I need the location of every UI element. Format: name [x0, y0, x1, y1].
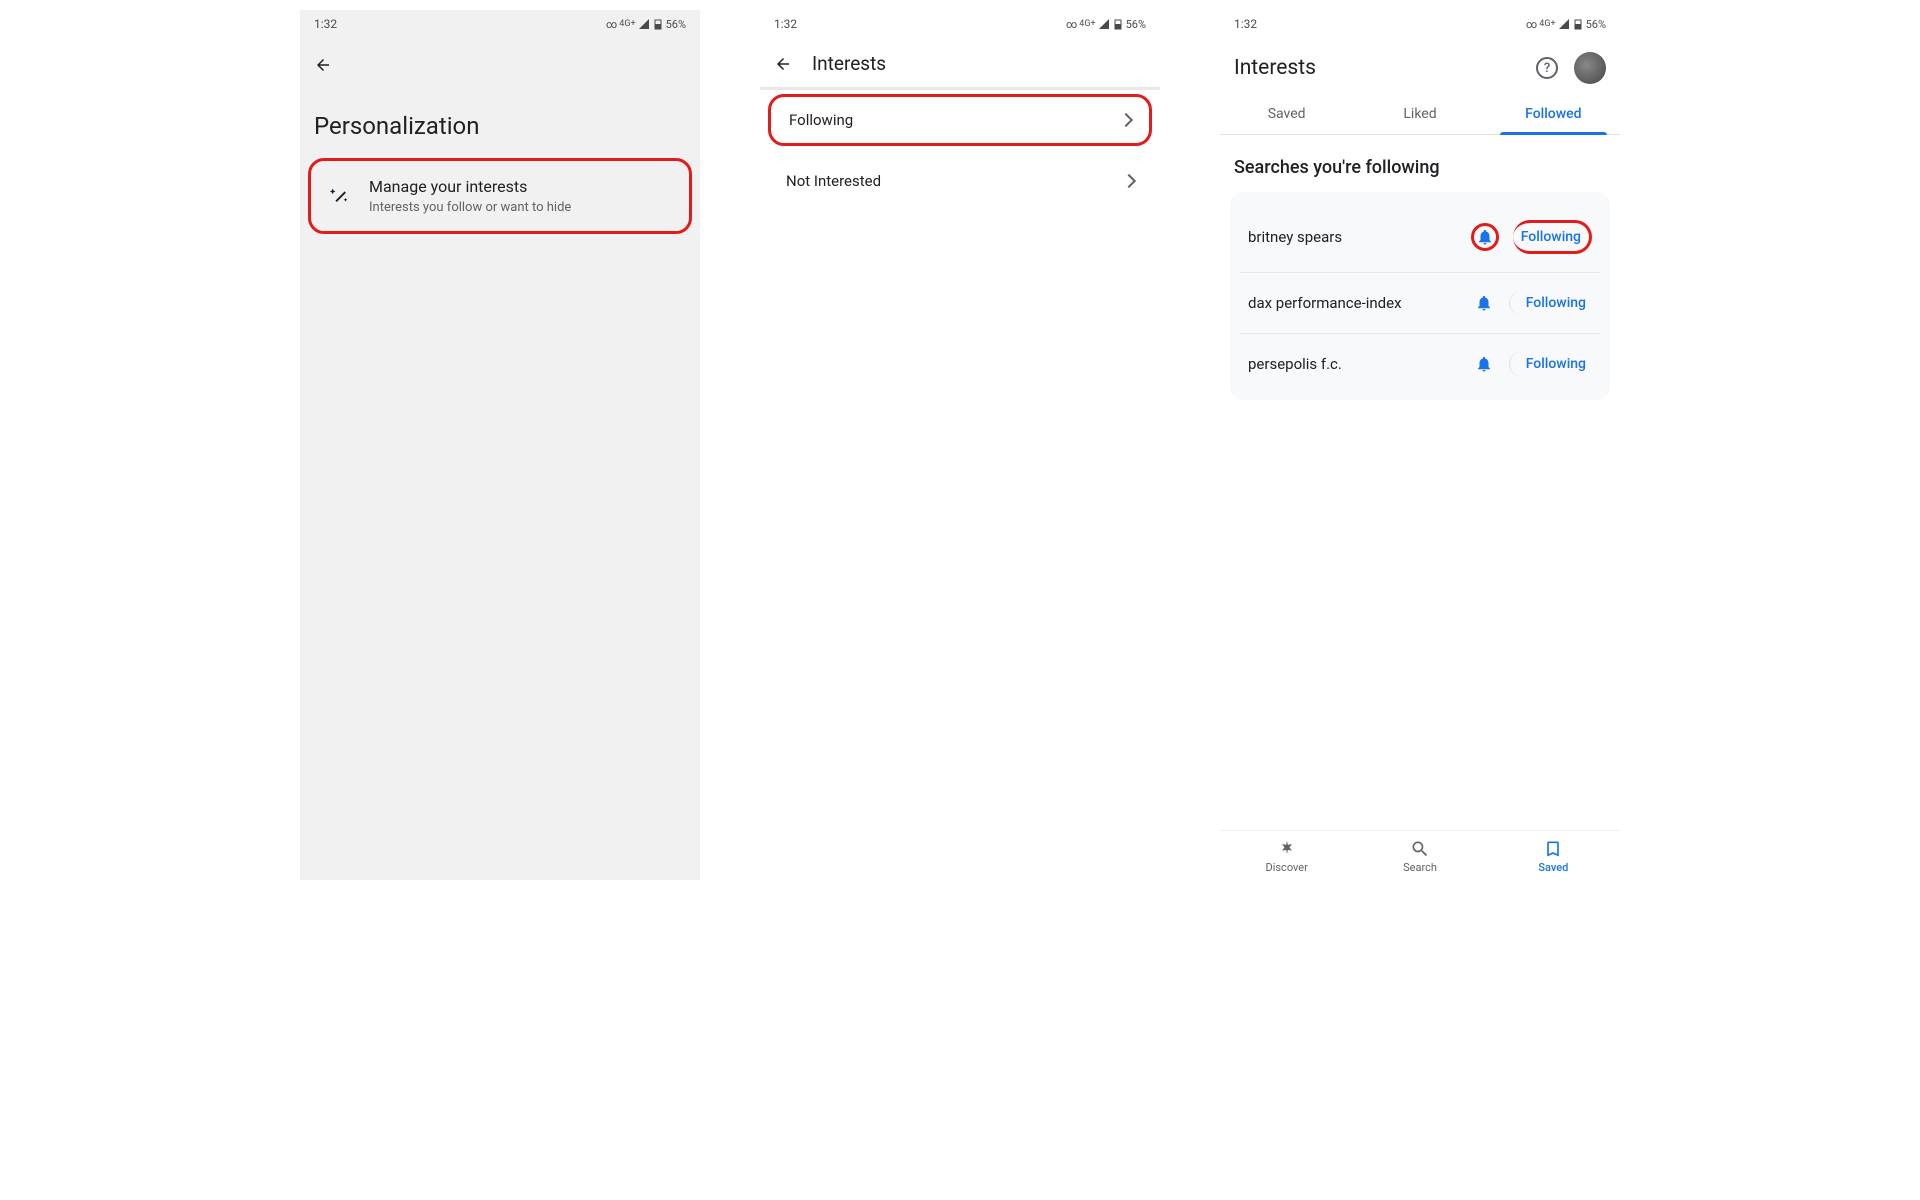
bottom-nav: Discover Search Saved [1220, 830, 1620, 880]
status-right: ∞4G+ 56% [1526, 18, 1606, 31]
wand-icon [329, 185, 351, 207]
page-title: Personalization [300, 88, 700, 158]
screen-interests-followed: 1:32 ∞4G+ 56% Interests ? Saved Liked Fo… [1220, 10, 1620, 880]
status-time: 1:32 [774, 17, 797, 31]
notification-bell-icon[interactable] [1473, 292, 1495, 314]
tabs: Saved Liked Followed [1220, 94, 1620, 135]
section-title: Searches you're following [1220, 135, 1620, 192]
page-title: Interests [812, 52, 886, 75]
signal-icon [1098, 18, 1110, 30]
battery-icon [1572, 18, 1584, 30]
notification-bell-icon[interactable] [1471, 223, 1499, 251]
notification-bell-icon[interactable] [1473, 353, 1495, 375]
not-interested-row[interactable]: Not Interested [768, 158, 1152, 204]
avatar[interactable] [1574, 52, 1606, 84]
followed-searches-card: britney spears Following dax performance… [1230, 192, 1610, 400]
back-arrow-icon[interactable] [314, 56, 332, 74]
manage-interests-subtitle: Interests you follow or want to hide [369, 200, 571, 215]
help-icon[interactable]: ? [1536, 57, 1558, 79]
nav-discover[interactable]: Discover [1220, 831, 1353, 880]
following-row[interactable]: Following [768, 94, 1152, 146]
battery-icon [652, 18, 664, 30]
tab-saved[interactable]: Saved [1220, 94, 1353, 134]
screen-personalization: 1:32 ∞4G+ 56% Personalization Manage you… [300, 10, 700, 880]
followed-item: britney spears Following [1230, 198, 1610, 272]
followed-item-label: dax performance-index [1248, 294, 1402, 312]
following-button[interactable]: Following [1509, 352, 1592, 376]
page-title: Interests [1234, 56, 1316, 80]
tab-followed[interactable]: Followed [1487, 94, 1620, 134]
divider [760, 87, 1160, 90]
discover-icon [1220, 839, 1353, 859]
followed-item: dax performance-index Following [1240, 272, 1600, 333]
search-icon [1353, 839, 1486, 859]
tab-liked[interactable]: Liked [1353, 94, 1486, 134]
chevron-right-icon [1122, 174, 1136, 188]
chevron-right-icon [1119, 113, 1133, 127]
followed-item: persepolis f.c. Following [1240, 333, 1600, 394]
manage-interests-button[interactable]: Manage your interests Interests you foll… [308, 158, 692, 234]
nav-search[interactable]: Search [1353, 831, 1486, 880]
followed-item-label: persepolis f.c. [1248, 355, 1342, 373]
status-time: 1:32 [1234, 17, 1257, 31]
back-arrow-icon[interactable] [774, 55, 792, 73]
manage-interests-title: Manage your interests [369, 177, 571, 196]
battery-icon [1112, 18, 1124, 30]
status-right: ∞4G+ 56% [1066, 18, 1146, 31]
status-time: 1:32 [314, 17, 337, 31]
screen-interests-list: 1:32 ∞4G+ 56% Interests Following Not In… [760, 10, 1160, 880]
status-bar: 1:32 ∞4G+ 56% [300, 10, 700, 38]
signal-icon [1558, 18, 1570, 30]
status-right: ∞4G+ 56% [606, 18, 686, 31]
bookmark-icon [1487, 839, 1620, 859]
nav-saved[interactable]: Saved [1487, 831, 1620, 880]
following-button[interactable]: Following [1513, 220, 1592, 254]
not-interested-label: Not Interested [786, 172, 881, 190]
following-button[interactable]: Following [1509, 291, 1592, 315]
followed-item-label: britney spears [1248, 228, 1342, 246]
signal-icon [638, 18, 650, 30]
status-bar: 1:32 ∞4G+ 56% [1220, 10, 1620, 38]
status-bar: 1:32 ∞4G+ 56% [760, 10, 1160, 38]
following-label: Following [789, 111, 853, 129]
